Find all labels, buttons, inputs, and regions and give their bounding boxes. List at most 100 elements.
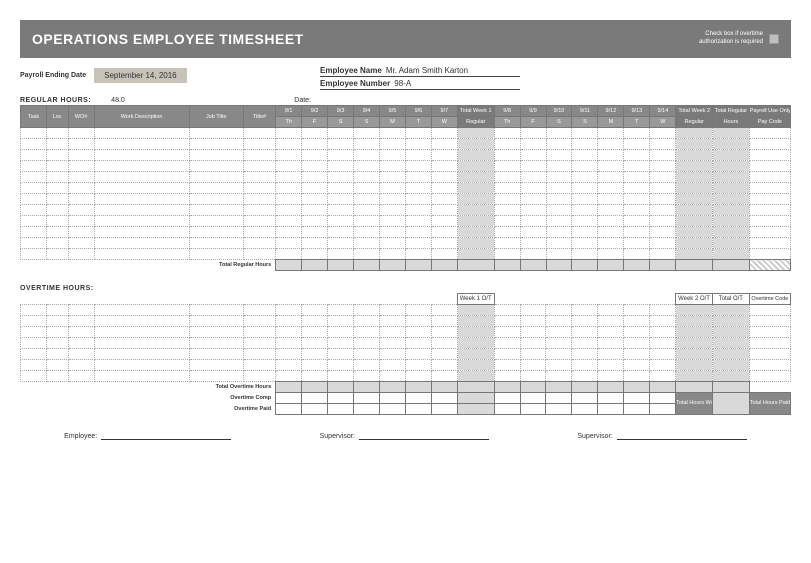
cell[interactable]: [302, 382, 328, 393]
cell[interactable]: [598, 327, 624, 338]
cell[interactable]: [328, 260, 354, 271]
cell[interactable]: [624, 327, 650, 338]
cell[interactable]: [431, 404, 457, 415]
cell[interactable]: [354, 227, 380, 238]
cell[interactable]: [749, 172, 790, 183]
cell[interactable]: [243, 327, 275, 338]
cell[interactable]: [520, 371, 546, 382]
cell[interactable]: [405, 249, 431, 260]
cell[interactable]: [276, 338, 302, 349]
cell[interactable]: [328, 393, 354, 404]
cell[interactable]: [68, 349, 94, 360]
cell[interactable]: [749, 249, 790, 260]
cell[interactable]: [457, 316, 494, 327]
cell[interactable]: [328, 161, 354, 172]
overtime-auth-checkbox[interactable]: [769, 34, 779, 44]
cell[interactable]: [598, 238, 624, 249]
cell[interactable]: [379, 393, 405, 404]
cell[interactable]: [598, 216, 624, 227]
cell[interactable]: [276, 316, 302, 327]
cell[interactable]: [302, 327, 328, 338]
cell[interactable]: [520, 404, 546, 415]
cell[interactable]: [624, 227, 650, 238]
cell[interactable]: [68, 249, 94, 260]
cell[interactable]: [405, 338, 431, 349]
cell[interactable]: [276, 404, 302, 415]
cell[interactable]: [494, 161, 520, 172]
employee-name-value[interactable]: Mr. Adam Smith Karton: [386, 66, 468, 75]
cell[interactable]: [328, 371, 354, 382]
payroll-ending-value[interactable]: September 14, 2016: [94, 68, 187, 83]
cell[interactable]: [46, 205, 68, 216]
cell[interactable]: [302, 139, 328, 150]
cell[interactable]: [21, 349, 47, 360]
cell[interactable]: [243, 360, 275, 371]
cell[interactable]: [520, 161, 546, 172]
cell[interactable]: [94, 371, 189, 382]
cell[interactable]: [457, 371, 494, 382]
cell[interactable]: [572, 338, 598, 349]
cell[interactable]: [598, 194, 624, 205]
cell[interactable]: [276, 150, 302, 161]
cell[interactable]: [598, 371, 624, 382]
cell[interactable]: [624, 404, 650, 415]
cell[interactable]: [650, 227, 676, 238]
cell[interactable]: [520, 205, 546, 216]
cell[interactable]: [572, 371, 598, 382]
cell[interactable]: [405, 216, 431, 227]
cell[interactable]: [68, 338, 94, 349]
cell[interactable]: [68, 128, 94, 139]
cell[interactable]: [713, 260, 750, 271]
cell[interactable]: [243, 183, 275, 194]
cell[interactable]: [46, 172, 68, 183]
cell[interactable]: [68, 194, 94, 205]
cell[interactable]: [189, 161, 243, 172]
cell[interactable]: [598, 161, 624, 172]
cell[interactable]: [712, 371, 749, 382]
cell[interactable]: [572, 128, 598, 139]
cell[interactable]: [276, 227, 302, 238]
cell[interactable]: [353, 327, 379, 338]
cell[interactable]: [572, 316, 598, 327]
cell[interactable]: [494, 371, 520, 382]
cell[interactable]: [572, 349, 598, 360]
cell[interactable]: [94, 327, 189, 338]
cell[interactable]: [572, 139, 598, 150]
cell[interactable]: [94, 205, 189, 216]
cell[interactable]: [749, 360, 790, 371]
cell[interactable]: [380, 260, 406, 271]
cell[interactable]: [302, 216, 328, 227]
cell[interactable]: [520, 249, 546, 260]
cell[interactable]: [276, 238, 302, 249]
cell[interactable]: [21, 316, 47, 327]
cell[interactable]: [405, 371, 431, 382]
cell[interactable]: [713, 183, 750, 194]
cell[interactable]: [21, 249, 47, 260]
cell[interactable]: [676, 382, 713, 393]
cell[interactable]: [328, 249, 354, 260]
cell[interactable]: [494, 172, 520, 183]
cell[interactable]: [68, 227, 94, 238]
cell[interactable]: [405, 305, 431, 316]
cell[interactable]: [572, 260, 598, 271]
cell[interactable]: [68, 316, 94, 327]
cell[interactable]: [457, 161, 494, 172]
cell[interactable]: [572, 305, 598, 316]
cell[interactable]: [598, 349, 624, 360]
cell[interactable]: [431, 216, 457, 227]
cell[interactable]: [431, 305, 457, 316]
cell[interactable]: [243, 205, 275, 216]
cell[interactable]: [457, 360, 494, 371]
cell[interactable]: [328, 316, 354, 327]
cell[interactable]: [302, 404, 328, 415]
cell[interactable]: [676, 349, 713, 360]
cell[interactable]: [624, 150, 650, 161]
cell[interactable]: [494, 360, 520, 371]
cell[interactable]: [276, 360, 302, 371]
cell[interactable]: [650, 382, 676, 393]
cell[interactable]: [94, 194, 189, 205]
cell[interactable]: [520, 260, 546, 271]
cell[interactable]: [624, 393, 650, 404]
cell[interactable]: [379, 404, 405, 415]
cell[interactable]: [94, 216, 189, 227]
